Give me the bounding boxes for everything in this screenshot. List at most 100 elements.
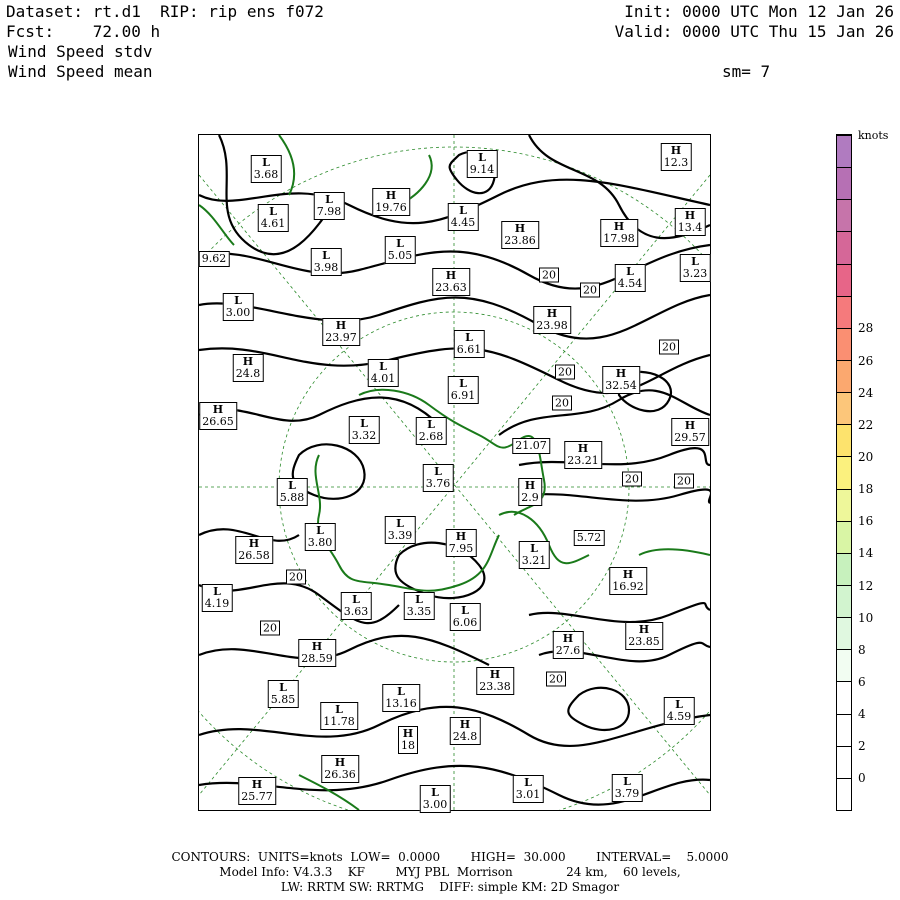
field-mean-label: Wind Speed mean [8, 62, 153, 81]
colorbar-tick-label: 8 [858, 642, 866, 657]
contour-label: 20 [260, 620, 280, 636]
footer-model-info: Model Info: V4.3.3 KF MYJ PBL Morrison 2… [219, 865, 681, 879]
colorbar-segment [837, 552, 851, 585]
colorbar-segment [837, 199, 851, 232]
low-label: L 6.61 [453, 330, 485, 358]
high-label: H 32.54 [602, 366, 640, 394]
low-label: L 9.14 [466, 150, 498, 178]
low-label: L 7.98 [313, 192, 345, 220]
low-label: L 3.21 [518, 541, 550, 569]
footer-physics-info: LW: RRTM SW: RRTMG DIFF: simple KM: 2D S… [280, 880, 620, 894]
dataset-label: Dataset: rt.d1 RIP: rip ens f072 [6, 2, 324, 21]
contour-label: 20 [622, 471, 642, 487]
colorbar-units-label: knots [858, 129, 889, 142]
colorbar-tick-label: 10 [858, 610, 874, 625]
high-label: H 25.77 [238, 777, 276, 805]
colorbar-tick-label: 26 [858, 353, 874, 368]
high-label: H 23.98 [533, 306, 571, 334]
colorbar-segment [837, 649, 851, 682]
colorbar-tick-label: 28 [858, 321, 874, 336]
low-label: L 5.88 [276, 478, 308, 506]
high-label: H 26.36 [321, 755, 359, 783]
contour-label: 20 [555, 364, 575, 380]
colorbar-segment [837, 360, 851, 393]
colorbar-tick-label: 12 [858, 578, 874, 593]
high-label: H 16.92 [609, 567, 647, 595]
colorbar-segment [837, 585, 851, 618]
low-label: L 4.19 [201, 584, 233, 612]
low-label: L 2.68 [415, 417, 447, 445]
colorbar-tick-label: 22 [858, 417, 874, 432]
high-label: H 23.63 [432, 268, 470, 296]
colorbar-segment [837, 327, 851, 360]
contour-label: 20 [552, 395, 572, 411]
high-label: H 23.86 [501, 221, 539, 249]
colorbar-segment [837, 713, 851, 746]
contour-label: 20 [659, 339, 679, 355]
colorbar-tick-label: 0 [858, 771, 866, 786]
high-label: H 24.8 [232, 354, 264, 382]
high-label: H 17.98 [600, 219, 638, 247]
low-label: L 3.63 [340, 592, 372, 620]
colorbar-segment [837, 295, 851, 328]
contour-label: 20 [539, 267, 559, 283]
high-label: H 23.97 [322, 318, 360, 346]
colorbar-tick-label: 20 [858, 450, 874, 465]
contour-label: 20 [286, 569, 306, 585]
low-label: L 6.06 [449, 603, 481, 631]
low-label: L 5.85 [267, 680, 299, 708]
low-label: L 3.68 [250, 155, 282, 183]
high-label: H 23.21 [564, 441, 602, 469]
low-label: L 3.80 [304, 523, 336, 551]
smoothing-label: sm= 7 [722, 62, 771, 81]
colorbar-segment [837, 392, 851, 425]
colorbar-tick-label: 6 [858, 675, 866, 690]
high-label: H 28.59 [298, 639, 336, 667]
low-label: L 5.05 [384, 236, 416, 264]
low-label: L 3.76 [422, 464, 454, 492]
colorbar-tick-label: 14 [858, 546, 874, 561]
low-label: L 3.00 [419, 785, 451, 813]
low-label: L 3.00 [222, 293, 254, 321]
high-label: H 7.95 [445, 529, 477, 557]
low-label: L 3.23 [679, 254, 711, 282]
colorbar-segment [837, 488, 851, 521]
high-label: H 26.58 [235, 536, 273, 564]
footer-contours-info: CONTOURS: UNITS=knots LOW= 0.0000 HIGH= … [171, 850, 729, 864]
high-label: H 23.85 [625, 622, 663, 650]
low-label: L 6.91 [447, 376, 479, 404]
colorbar [836, 134, 852, 811]
high-label: H 13.4 [674, 208, 706, 236]
contour-label: 20 [674, 473, 694, 489]
low-label: L 4.01 [367, 359, 399, 387]
low-label: L 4.61 [257, 204, 289, 232]
contour-label: 20 [580, 282, 600, 298]
colorbar-segment [837, 681, 851, 714]
high-label: H 2.9 [518, 478, 542, 506]
colorbar-segment [837, 231, 851, 264]
low-label: L 3.35 [403, 592, 435, 620]
colorbar-tick-label: 16 [858, 514, 874, 529]
extremum-label: 9.62 [198, 251, 230, 267]
low-label: L 3.01 [512, 775, 544, 803]
colorbar-tick-label: 4 [858, 707, 866, 722]
forecast-hour-label: Fcst: 72.00 h [6, 22, 161, 41]
extremum-label: 21.07 [512, 438, 550, 454]
low-label: L 4.45 [447, 203, 479, 231]
high-label: H 26.65 [199, 402, 237, 430]
colorbar-segment [837, 135, 851, 168]
colorbar-segment [837, 456, 851, 489]
init-time-label: Init: 0000 UTC Mon 12 Jan 26 [624, 2, 894, 21]
colorbar-segment [837, 424, 851, 457]
high-label: H 23.38 [476, 667, 514, 695]
colorbar-segment [837, 617, 851, 650]
colorbar-segment [837, 167, 851, 200]
low-label: L 3.39 [384, 516, 416, 544]
field-stdv-label: Wind Speed stdv [8, 42, 153, 61]
colorbar-segment [837, 777, 851, 810]
valid-time-label: Valid: 0000 UTC Thu 15 Jan 26 [614, 22, 894, 41]
colorbar-segment [837, 520, 851, 553]
low-label: L 3.79 [611, 774, 643, 802]
colorbar-tick-label: 18 [858, 482, 874, 497]
high-label: H 18 [398, 726, 418, 754]
